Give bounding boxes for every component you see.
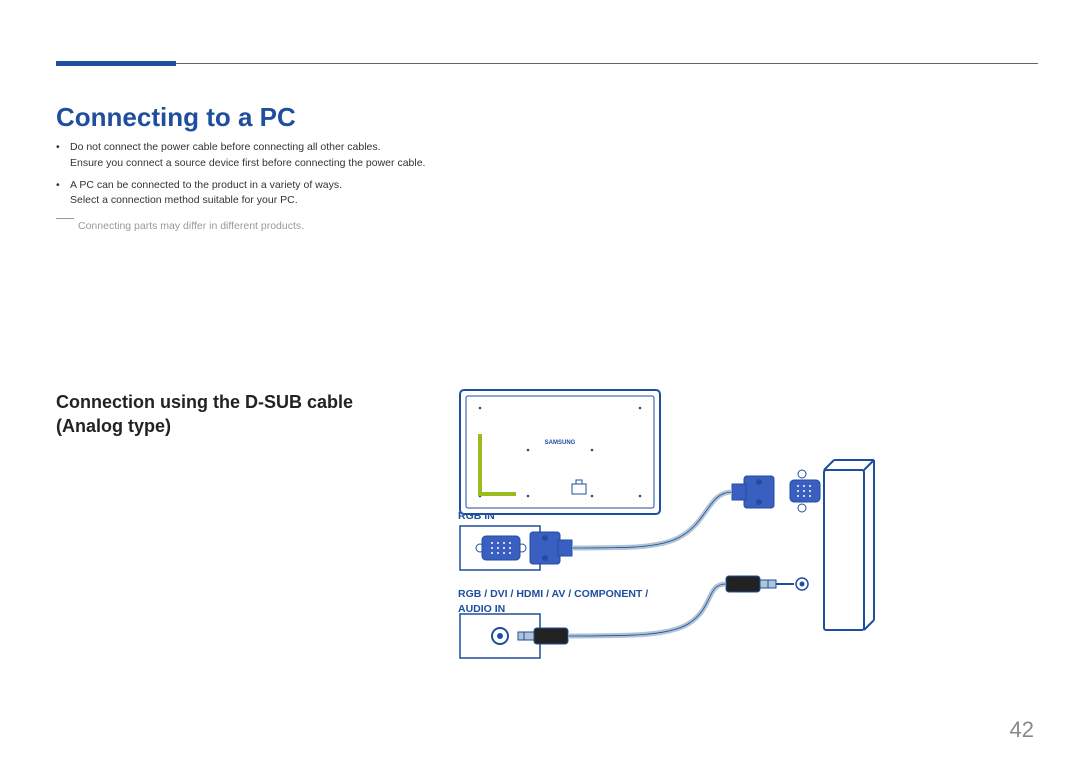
display-vga-port-icon (476, 536, 526, 560)
connection-diagram: SAMSUNG (458, 388, 878, 678)
samsung-logo: SAMSUNG (545, 440, 576, 446)
audio-plug-right-icon (726, 576, 794, 592)
section-title: Connecting to a PC (56, 102, 296, 133)
bullet-dot-icon: • (56, 178, 70, 210)
page-number: 42 (1010, 717, 1034, 743)
bullet-dot-icon: • (56, 140, 70, 172)
header-accent-bar (56, 61, 176, 66)
bullet-list: • Do not connect the power cable before … (56, 140, 486, 215)
pc-vga-port-icon (790, 470, 820, 512)
footnote-dash-icon (56, 218, 74, 219)
bullet-item: • A PC can be connected to the product i… (56, 178, 486, 210)
vga-connector-right-icon (732, 476, 774, 508)
header-divider (56, 63, 1038, 64)
footnote-text: Connecting parts may differ in different… (56, 220, 304, 232)
subsection-title: Connection using the D-SUB cable (Analog… (56, 390, 386, 439)
bullet-item: • Do not connect the power cable before … (56, 140, 486, 172)
vga-connector-left-icon (530, 532, 572, 564)
bullet-text: A PC can be connected to the product in … (70, 178, 342, 210)
bullet-text: Do not connect the power cable before co… (70, 140, 425, 172)
